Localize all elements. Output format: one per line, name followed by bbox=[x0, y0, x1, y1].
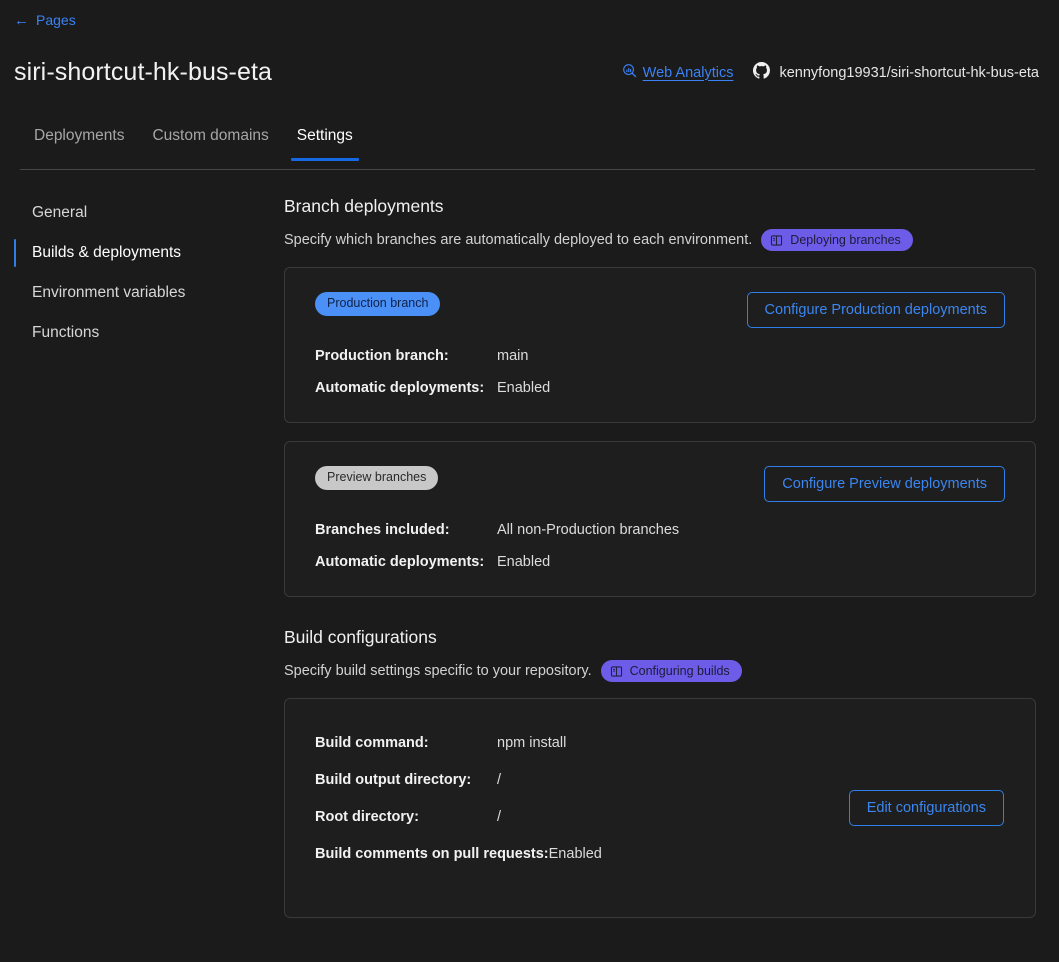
production-branch-key: Production branch: bbox=[315, 348, 449, 364]
breadcrumb-label[interactable]: Pages bbox=[36, 12, 76, 28]
detail-row: Production branch: main bbox=[315, 348, 1005, 364]
build-configurations-description-row: Specify build settings specific to your … bbox=[284, 660, 1036, 682]
build-output-directory-value: / bbox=[497, 772, 502, 788]
build-configurations-description: Specify build settings specific to your … bbox=[284, 663, 592, 679]
preview-automatic-deployments-value: Enabled bbox=[497, 554, 551, 570]
preview-automatic-deployments-key: Automatic deployments: bbox=[315, 554, 485, 570]
web-analytics-link[interactable]: Web Analytics bbox=[622, 63, 734, 82]
arrow-left-icon: ← bbox=[14, 11, 29, 29]
web-analytics-label[interactable]: Web Analytics bbox=[643, 65, 734, 81]
configuring-builds-doc-badge[interactable]: Configuring builds bbox=[600, 660, 742, 682]
github-repo-link[interactable]: kennyfong19931/siri-shortcut-hk-bus-eta bbox=[753, 62, 1039, 83]
sidebar-item-environment-variables[interactable]: Environment variables bbox=[14, 276, 264, 310]
analytics-search-icon bbox=[622, 63, 637, 82]
page-header: siri-shortcut-hk-bus-eta Web Analytics k… bbox=[14, 58, 1039, 87]
detail-row: Build comments on pull requests: Enabled bbox=[315, 846, 1005, 862]
build-configurations-card: Build command: npm install Build output … bbox=[284, 698, 1036, 918]
detail-row: Build output directory: / bbox=[315, 772, 1005, 788]
preview-details: Branches included: All non-Production br… bbox=[315, 522, 1005, 570]
edit-configurations-button[interactable]: Edit configurations bbox=[848, 790, 1004, 826]
production-card-header: Production branch Configure Production d… bbox=[315, 292, 1005, 328]
detail-row: Automatic deployments: Enabled bbox=[315, 554, 1005, 570]
root-directory-value: / bbox=[497, 809, 502, 825]
build-output-directory-key: Build output directory: bbox=[315, 772, 472, 788]
production-branch-value: main bbox=[497, 348, 529, 364]
build-command-key: Build command: bbox=[315, 735, 429, 751]
build-comments-key: Build comments on pull requests: bbox=[315, 846, 549, 862]
production-automatic-deployments-key: Automatic deployments: bbox=[315, 380, 485, 396]
configuring-builds-doc-label: Configuring builds bbox=[629, 664, 730, 678]
detail-row: Build command: npm install bbox=[315, 735, 1005, 751]
sidebar-item-general[interactable]: General bbox=[14, 196, 264, 230]
sidebar-item-builds-and-deployments[interactable]: Builds & deployments bbox=[14, 236, 264, 270]
tab-bar: Deployments Custom domains Settings bbox=[20, 126, 1035, 170]
detail-row: Automatic deployments: Enabled bbox=[315, 380, 1005, 396]
branch-deployments-description-row: Specify which branches are automatically… bbox=[284, 229, 1036, 251]
branch-deployments-title: Branch deployments bbox=[284, 196, 444, 216]
root-directory-key: Root directory: bbox=[315, 809, 419, 825]
build-command-value: npm install bbox=[497, 735, 567, 751]
settings-sidenav: General Builds & deployments Environment… bbox=[14, 196, 264, 356]
branches-included-key: Branches included: bbox=[315, 522, 450, 538]
production-details: Production branch: main Automatic deploy… bbox=[315, 348, 1005, 396]
preview-branches-card: Preview branches Configure Preview deplo… bbox=[284, 441, 1036, 597]
branch-deployments-description: Specify which branches are automatically… bbox=[284, 232, 753, 248]
branches-included-value: All non-Production branches bbox=[497, 522, 680, 538]
book-icon bbox=[770, 234, 783, 247]
page-title: siri-shortcut-hk-bus-eta bbox=[14, 58, 273, 86]
book-icon bbox=[610, 665, 623, 678]
deploying-branches-doc-badge[interactable]: Deploying branches bbox=[761, 229, 913, 251]
build-configurations-title: Build configurations bbox=[284, 627, 437, 647]
tab-deployments[interactable]: Deployments bbox=[20, 126, 138, 160]
tab-custom-domains[interactable]: Custom domains bbox=[138, 126, 282, 160]
github-icon bbox=[753, 62, 771, 83]
content-area: General Builds & deployments Environment… bbox=[0, 196, 1059, 962]
production-branch-card: Production branch Configure Production d… bbox=[284, 267, 1036, 423]
preview-branches-badge: Preview branches bbox=[315, 466, 439, 490]
production-branch-badge: Production branch bbox=[315, 292, 441, 316]
breadcrumb[interactable]: ← Pages bbox=[14, 12, 76, 28]
sidebar-item-functions[interactable]: Functions bbox=[14, 316, 264, 350]
build-comments-value: Enabled bbox=[548, 846, 602, 862]
header-actions: Web Analytics kennyfong19931/siri-shortc… bbox=[622, 62, 1039, 83]
configure-preview-deployments-button[interactable]: Configure Preview deployments bbox=[764, 466, 1005, 502]
production-automatic-deployments-value: Enabled bbox=[497, 380, 551, 396]
configure-production-deployments-button[interactable]: Configure Production deployments bbox=[746, 292, 1005, 328]
github-repo-label[interactable]: kennyfong19931/siri-shortcut-hk-bus-eta bbox=[779, 65, 1039, 81]
preview-card-header: Preview branches Configure Preview deplo… bbox=[315, 466, 1005, 502]
detail-row: Branches included: All non-Production br… bbox=[315, 522, 1005, 538]
tab-settings[interactable]: Settings bbox=[283, 126, 367, 162]
settings-main: Branch deployments Specify which branche… bbox=[284, 196, 1036, 936]
deploying-branches-doc-label: Deploying branches bbox=[790, 233, 901, 247]
